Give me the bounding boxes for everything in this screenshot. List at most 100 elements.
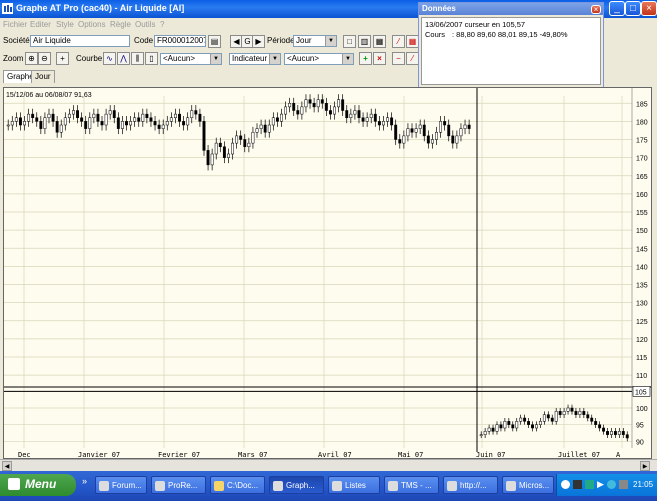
tray-icon[interactable] (585, 480, 594, 489)
network-icon[interactable] (561, 480, 570, 489)
candle-body (259, 124, 263, 129)
start-button[interactable]: Menu (0, 474, 76, 496)
maximize-button[interactable]: □ (625, 1, 641, 16)
candle-body (182, 121, 186, 126)
candle-body (133, 117, 137, 122)
candle-body (602, 427, 606, 432)
candle-body (288, 103, 292, 108)
volume-icon[interactable] (619, 480, 628, 489)
candle-body (31, 113, 35, 118)
candle-body (598, 424, 602, 429)
app-icon (155, 481, 165, 491)
candle-body (39, 121, 43, 129)
societe-label: Société (3, 36, 30, 45)
task-http[interactable]: http://... (443, 476, 498, 494)
bar-chart-icon[interactable]: ⫼ (131, 52, 144, 65)
main-ytick-label: 110 (636, 373, 647, 380)
task-tms[interactable]: TMS - ... (384, 476, 439, 494)
main-ytick-label: 180 (636, 119, 648, 126)
indicateur-select[interactable]: Indicateur 1 ▼ (229, 53, 281, 65)
societe-input[interactable]: Air Liquide (30, 35, 130, 47)
task-graph[interactable]: Graph... (269, 476, 324, 494)
candle-body (255, 128, 259, 133)
menu-help[interactable]: ? (160, 20, 164, 29)
candle-body (406, 128, 410, 137)
play-icon[interactable]: ▶ (597, 479, 604, 490)
candle-body (67, 113, 71, 118)
draw-line-icon[interactable]: ⁄ (392, 35, 405, 48)
view-multi-icon[interactable]: ▦ (373, 35, 386, 48)
cursor-value-label: 105 (635, 389, 647, 396)
minimize-button[interactable]: _ (609, 1, 625, 16)
xtick-label: Avril 07 (318, 451, 352, 458)
quicklaunch-chevron-icon[interactable]: » (82, 476, 92, 494)
candle-body (353, 110, 357, 115)
chart-area[interactable]: 185 180 175 170 165 160 155 150 145 140 135 130 125 1… (3, 87, 652, 459)
close-button[interactable]: × (641, 1, 657, 16)
candle-body (538, 421, 542, 425)
xtick-label: Janvier 07 (78, 451, 120, 458)
tab-jour[interactable]: Jour (31, 70, 55, 83)
candle-body (43, 117, 47, 129)
candle-body (27, 113, 31, 122)
candle-body (574, 411, 578, 415)
task-listes[interactable]: Listes (328, 476, 380, 494)
app-icon (332, 481, 342, 491)
courbe-select[interactable]: <Aucun> ▼ (160, 53, 222, 65)
candle-body (6, 124, 10, 127)
view-single-icon[interactable]: □ (343, 35, 356, 48)
crosshair-icon[interactable]: + (56, 52, 69, 65)
candle-body (227, 153, 230, 158)
task-forum[interactable]: Forum... (95, 476, 147, 494)
zoom-in-icon[interactable]: ⊕ (25, 52, 38, 65)
periode-select[interactable]: Jour ▼ (293, 35, 337, 47)
delete-icon[interactable]: × (373, 52, 386, 65)
task-prore[interactable]: ProRe... (151, 476, 206, 494)
menu-fichier[interactable]: Fichier (3, 20, 27, 29)
line-chart-icon[interactable]: ∿ (103, 52, 116, 65)
tray-icon[interactable] (573, 480, 582, 489)
chevron-down-icon: ▼ (325, 36, 336, 46)
menu-options[interactable]: Options (78, 20, 106, 29)
candle-body (275, 117, 279, 122)
view-split-icon[interactable]: ▥ (358, 35, 371, 48)
lower-ytick-label: 95 (636, 423, 644, 430)
add-icon[interactable]: + (359, 52, 372, 65)
task-folder[interactable]: C:\Doc... (210, 476, 265, 494)
popup-close-button[interactable]: × (591, 5, 601, 14)
minus-icon[interactable]: − (392, 52, 405, 65)
clock: 21:05 (633, 480, 654, 489)
line-chart2-icon[interactable]: ⋀ (117, 52, 130, 65)
open-folder-icon[interactable]: ▤ (208, 35, 221, 48)
candle-body (320, 99, 324, 104)
candle-body (247, 142, 251, 147)
scroll-left-icon[interactable]: ◀ (2, 461, 12, 471)
chart-header: 15/12/06 au 06/08/07 91,63 (6, 92, 92, 99)
candle-body (625, 434, 629, 439)
tray-icon[interactable] (607, 480, 616, 489)
candle-body (280, 113, 283, 122)
menu-editer[interactable]: Editer (30, 20, 51, 29)
zoom-out-icon[interactable]: ⊖ (38, 52, 51, 65)
chevron-down-icon: ▼ (269, 54, 280, 64)
candle-body (531, 424, 534, 429)
indicateur2-select[interactable]: <Aucun> ▼ (284, 53, 354, 65)
xtick-label: A (616, 451, 621, 458)
donnees-cours-label: Cours (425, 30, 446, 39)
chart-app-icon (273, 481, 283, 491)
menu-style[interactable]: Style (56, 20, 74, 29)
candle-icon[interactable]: ▯ (145, 52, 158, 65)
next-icon[interactable]: ▶ (252, 35, 265, 48)
scroll-right-icon[interactable]: ▶ (640, 461, 650, 471)
candle-body (369, 113, 373, 118)
browser-icon (447, 481, 457, 491)
task-micros[interactable]: Micros... (502, 476, 554, 494)
candle-body (467, 124, 471, 129)
menu-regle[interactable]: Règle (110, 20, 131, 29)
candle-body (459, 128, 463, 137)
candle-body (239, 135, 243, 140)
main-ytick-label: 115 (636, 355, 647, 362)
candle-body (129, 121, 133, 126)
menu-outils[interactable]: Outils (135, 20, 155, 29)
code-input[interactable]: FR0000120073 (154, 35, 206, 47)
